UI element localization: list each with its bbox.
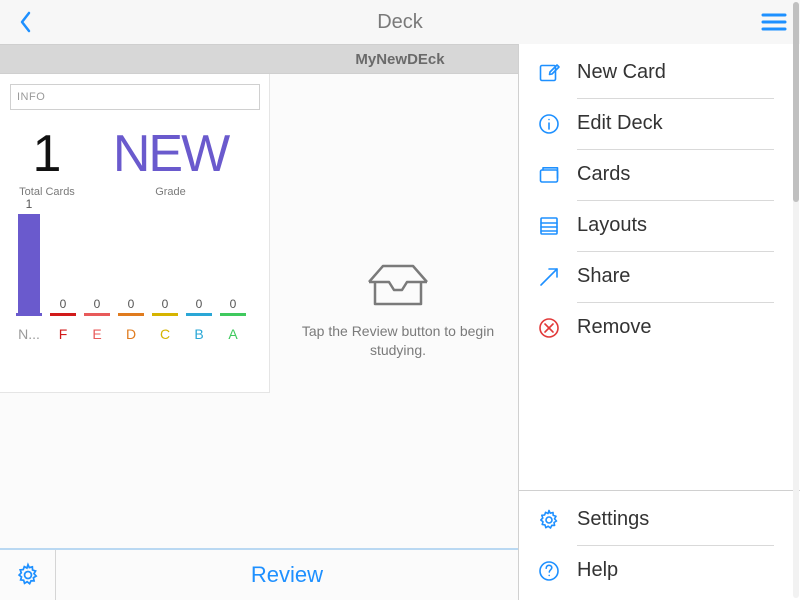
navbar: Deck bbox=[0, 0, 800, 44]
menu-item-label: Remove bbox=[577, 316, 800, 341]
chart-bar-value: 0 bbox=[94, 297, 101, 311]
menu-item-help[interactable]: Help bbox=[519, 546, 800, 596]
layouts-icon bbox=[537, 214, 577, 238]
chart-bar-label: C bbox=[160, 326, 170, 342]
stat-total: 1 Total Cards bbox=[12, 128, 82, 198]
chart-bar: 0A bbox=[216, 297, 250, 342]
chart-bar-value: 0 bbox=[196, 297, 203, 311]
info-label: INFO bbox=[17, 91, 45, 103]
menu-button[interactable] bbox=[756, 0, 792, 44]
stats-row: 1 Total Cards NEW Grade bbox=[10, 128, 259, 198]
chart-bar-label: A bbox=[228, 326, 237, 342]
chart-bar-base bbox=[152, 313, 178, 316]
share-icon bbox=[537, 265, 577, 289]
stat-total-value: 1 bbox=[12, 128, 82, 180]
menu-item-label: Share bbox=[577, 265, 800, 290]
chart-bar-label: F bbox=[59, 326, 68, 342]
gear-icon bbox=[15, 562, 41, 588]
chart-bar-value: 0 bbox=[162, 297, 169, 311]
chart-bar-base bbox=[84, 313, 110, 316]
center-pane: Tap the Review button to begin studying. bbox=[278, 74, 518, 548]
stat-grade-label: Grade bbox=[82, 186, 259, 198]
page-scrollbar-thumb[interactable] bbox=[793, 2, 799, 202]
info-icon bbox=[537, 112, 577, 136]
chart-bar-base bbox=[16, 313, 42, 316]
chart-bar-fill bbox=[18, 214, 40, 314]
menu-item-label: Help bbox=[577, 559, 800, 584]
bottom-toolbar: Review bbox=[0, 548, 518, 600]
menu-item-label: Cards bbox=[577, 163, 800, 188]
menu-item-cards[interactable]: Cards bbox=[519, 150, 800, 200]
main-body: INFO 1 Total Cards NEW Grade 1N...0F0E0D… bbox=[0, 74, 518, 600]
page-title: Deck bbox=[377, 11, 423, 34]
chart-bar: 0B bbox=[182, 297, 216, 342]
chart-bar: 0E bbox=[80, 297, 114, 342]
menu-item-label: Layouts bbox=[577, 214, 800, 239]
cards-icon bbox=[537, 163, 577, 187]
help-icon bbox=[537, 559, 577, 583]
chevron-left-icon bbox=[18, 10, 34, 34]
review-button[interactable]: Review bbox=[56, 550, 518, 600]
info-pane: INFO 1 Total Cards NEW Grade 1N...0F0E0D… bbox=[0, 74, 270, 393]
back-button[interactable] bbox=[8, 0, 44, 44]
remove-icon bbox=[537, 316, 577, 340]
chart-bar-base bbox=[220, 313, 246, 316]
study-hint: Tap the Review button to begin studying. bbox=[290, 322, 506, 360]
chart-bar-value: 0 bbox=[230, 297, 237, 311]
chart-bar-value: 0 bbox=[128, 297, 135, 311]
menu-item-edit-deck[interactable]: Edit Deck bbox=[519, 99, 800, 149]
hamburger-icon bbox=[761, 12, 787, 32]
chart-bar: 0D bbox=[114, 297, 148, 342]
menu-item-label: Settings bbox=[577, 508, 800, 533]
compose-icon bbox=[537, 61, 577, 85]
grade-chart: 1N...0F0E0D0C0B0A bbox=[10, 222, 259, 372]
chart-bar-label: E bbox=[92, 326, 101, 342]
menu-item-label: New Card bbox=[577, 61, 800, 86]
chart-bar-value: 0 bbox=[60, 297, 67, 311]
menu-item-label: Edit Deck bbox=[577, 112, 800, 137]
chart-bar-value: 1 bbox=[26, 197, 33, 211]
stat-grade-value: NEW bbox=[82, 128, 259, 180]
chart-bar-label: N... bbox=[18, 326, 40, 342]
menu-item-new-card[interactable]: New Card bbox=[519, 48, 800, 98]
side-menu: New Card Edit Deck Cards Layouts Share Remove… bbox=[518, 44, 800, 600]
menu-item-remove[interactable]: Remove bbox=[519, 303, 800, 353]
info-box[interactable]: INFO bbox=[10, 84, 260, 110]
chart-bar: 0F bbox=[46, 297, 80, 342]
toolbar-settings-button[interactable] bbox=[0, 550, 56, 600]
chart-bar-base bbox=[186, 313, 212, 316]
stat-grade: NEW Grade bbox=[82, 128, 259, 198]
chart-bar-label: B bbox=[194, 326, 203, 342]
menu-item-settings[interactable]: Settings bbox=[519, 495, 800, 545]
chart-bar: 1 N... bbox=[12, 197, 46, 342]
inbox-icon bbox=[367, 262, 429, 308]
chart-bar: 0C bbox=[148, 297, 182, 342]
chart-bar-base bbox=[118, 313, 144, 316]
chart-bar-label: D bbox=[126, 326, 136, 342]
menu-item-layouts[interactable]: Layouts bbox=[519, 201, 800, 251]
settings-icon bbox=[537, 508, 577, 532]
chart-bar-base bbox=[50, 313, 76, 316]
menu-item-share[interactable]: Share bbox=[519, 252, 800, 302]
